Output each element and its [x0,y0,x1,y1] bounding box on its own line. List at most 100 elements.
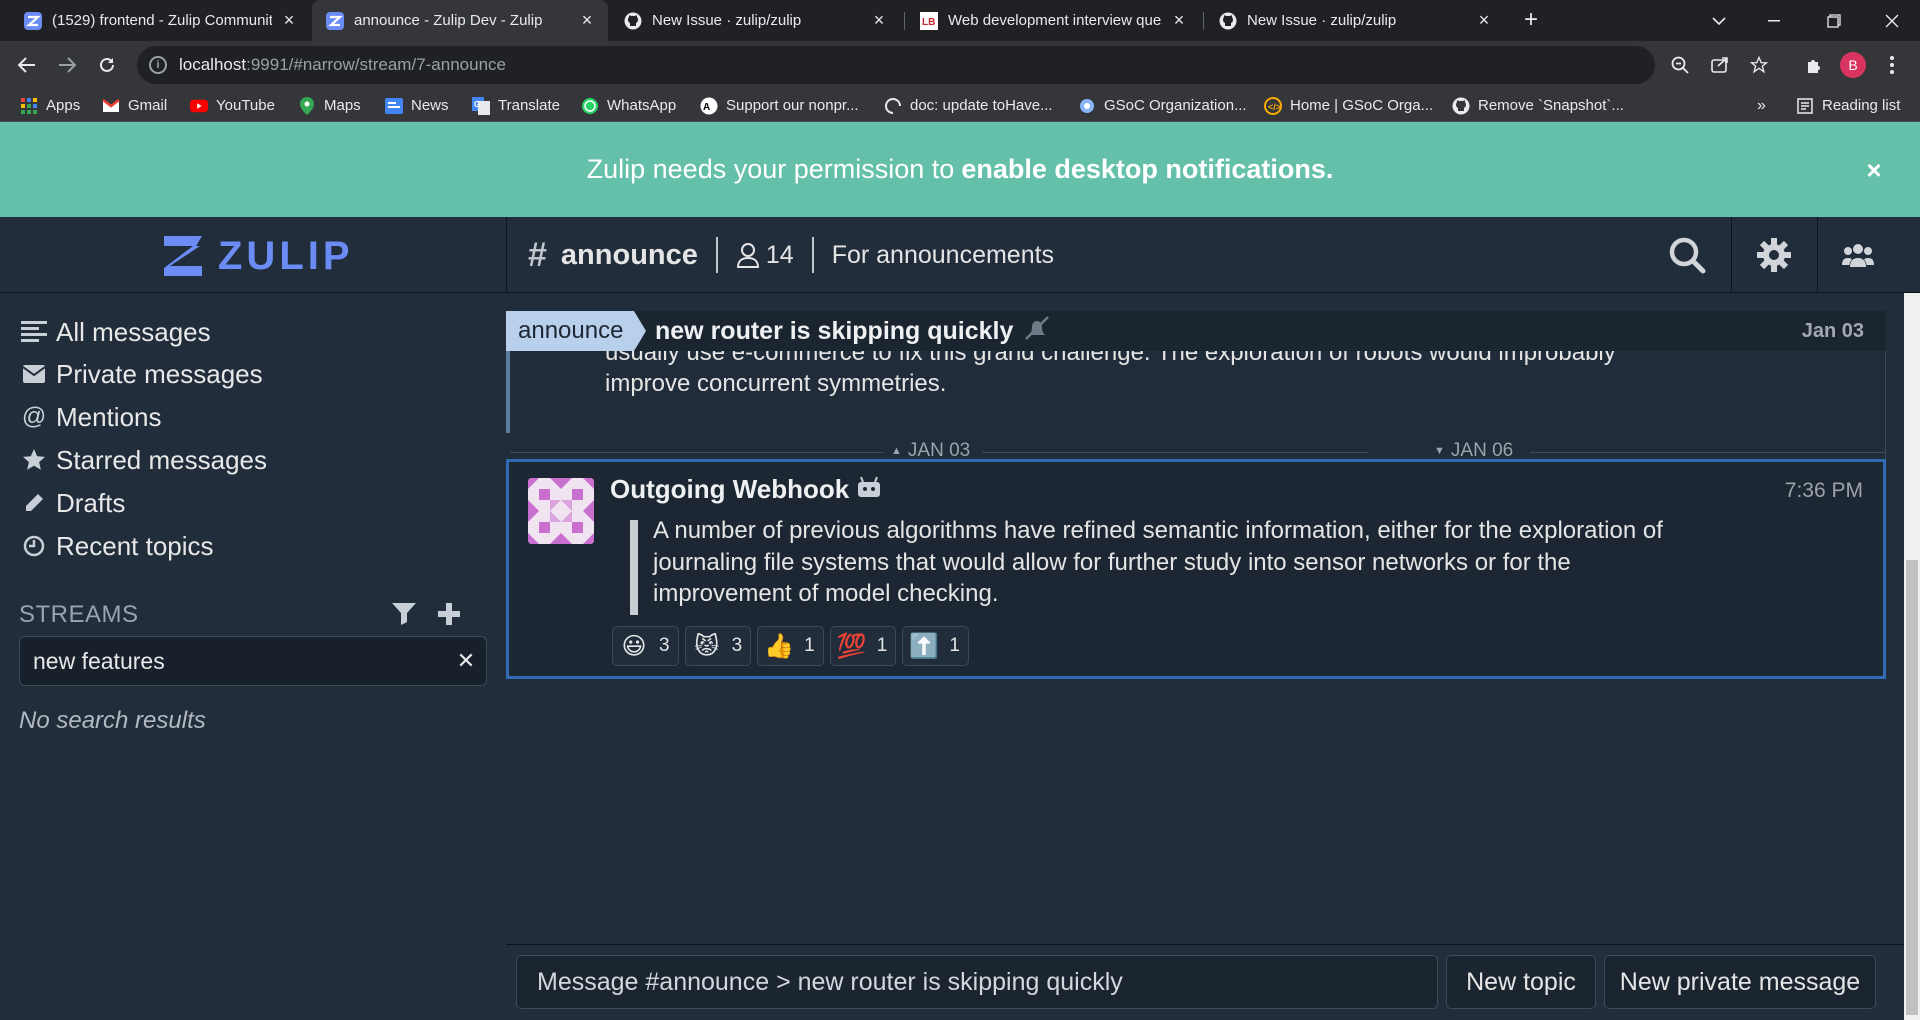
selected-message[interactable]: Outgoing Webhook 7:36 PM A number of pre… [506,459,1886,679]
tab-close-icon[interactable]: × [1170,10,1188,31]
stream-recipient-chip[interactable]: announce [506,311,646,351]
browser-tab[interactable]: New Issue · zulip/zulip × [610,0,900,41]
smiley-emoji-icon: 😃 [621,632,647,660]
bookmark-news[interactable]: News [385,89,449,122]
tab-title: New Issue · zulip/zulip [1247,12,1397,29]
pencil-icon [20,489,48,517]
scrollbar-thumb[interactable] [1906,560,1918,1015]
reaction-smiley[interactable]: 😃 3 [612,626,679,666]
users-group-icon[interactable] [1818,217,1898,293]
add-stream-plus-icon[interactable] [434,599,464,629]
bookmark-gsoc-home[interactable]: </> Home | GSoC Orga... [1264,89,1433,122]
bookmark-star-icon[interactable] [1748,54,1770,76]
streams-heading[interactable]: STREAMS [19,601,139,629]
stream-search-value[interactable]: new features [33,648,446,675]
search-icon[interactable] [1645,217,1729,293]
forward-arrow-icon[interactable] [52,50,82,80]
stream-search-input[interactable]: new features ✕ [19,636,487,686]
reaction-pouting-cat[interactable]: 😾 3 [684,626,752,666]
tab-close-icon[interactable]: × [280,10,298,31]
zoom-icon[interactable] [1669,54,1691,76]
compose-message-input[interactable]: Message #announce > new router is skippi… [516,955,1438,1009]
topic-name[interactable]: new router is skipping quickly [655,311,1051,351]
support-icon: A [700,97,718,115]
bookmark-maps[interactable]: Maps [298,89,361,122]
bookmark-doc-update[interactable]: doc: update toHave... [884,89,1053,122]
message-sender[interactable]: Outgoing Webhook [610,474,881,505]
bookmarks-bar: Apps Gmail YouTube Maps News G Translate… [0,89,1920,122]
bookmark-translate[interactable]: G Translate [472,89,560,122]
nav-mentions[interactable]: @ Mentions [20,398,162,436]
minimize-icon[interactable] [1746,0,1802,41]
recipient-bar: announce new router is skipping quickly … [506,311,1886,351]
header-separator [811,237,814,273]
reaction-thumbs-up[interactable]: 👍 1 [757,626,824,666]
gear-icon[interactable] [1732,217,1816,293]
new-topic-button[interactable]: New topic [1446,955,1596,1009]
bookmark-whatsapp[interactable]: WhatsApp [581,89,676,122]
message-timestamp[interactable]: 7:36 PM [1785,479,1863,503]
reactions-row: 😃 3 😾 3 👍 1 💯 1 ⬆️ 1 [612,626,975,666]
bookmark-gsoc-org[interactable]: GSoC Organization... [1078,89,1247,122]
tab-close-icon[interactable]: × [1475,10,1493,31]
tab-separator [1203,12,1204,30]
news-icon [385,97,403,115]
blockquote-bar [630,520,638,615]
tab-title: announce - Zulip Dev - Zulip [354,12,543,29]
whatsapp-icon [581,97,599,115]
kebab-menu-icon[interactable] [1877,50,1907,80]
reload-icon[interactable] [92,50,122,80]
nav-all-messages[interactable]: All messages [20,313,211,351]
bookmark-gmail[interactable]: Gmail [102,89,167,122]
reading-list-button[interactable]: Reading list [1796,89,1900,122]
previous-message[interactable]: usually use e-commerce to fix this grand… [506,351,1886,433]
back-arrow-icon[interactable] [12,50,42,80]
notification-permission-banner: Zulip needs your permission to enable de… [0,122,1920,217]
stream-name[interactable]: announce [561,239,698,272]
browser-tab-active[interactable]: announce - Zulip Dev - Zulip × [312,0,608,41]
tab-search-chevron-icon[interactable] [1691,0,1747,41]
tab-title: New Issue · zulip/zulip [652,12,802,29]
new-private-message-button[interactable]: New private message [1604,955,1876,1009]
subscriber-count[interactable]: 14 [736,241,794,270]
avatar[interactable] [528,478,594,544]
bookmarks-overflow-button[interactable]: » [1757,89,1766,122]
zulip-logo[interactable]: ZULIP [160,232,354,280]
bookmark-youtube[interactable]: YouTube [190,89,275,122]
lb-favicon-icon: LB [920,11,938,30]
clear-search-icon[interactable]: ✕ [446,648,486,674]
banner-text: Zulip needs your permission to [586,154,955,184]
mute-topic-icon[interactable] [1023,315,1051,348]
browser-tab[interactable]: New Issue · zulip/zulip × [1205,0,1505,41]
close-window-icon[interactable] [1864,0,1920,41]
banner-close-icon[interactable]: × [1862,157,1886,183]
site-info-icon[interactable]: i [149,56,167,74]
apps-grid-icon [20,97,38,115]
nav-drafts[interactable]: Drafts [20,484,125,522]
bookmark-apps[interactable]: Apps [20,89,80,122]
browser-tab[interactable]: (1529) frontend - Zulip Community × [10,0,310,41]
svg-text:A: A [703,102,710,113]
nav-recent-topics[interactable]: Recent topics [20,527,214,565]
filter-icon[interactable] [389,599,419,629]
url-bar[interactable]: i localhost:9991/#narrow/stream/7-announ… [137,46,1768,84]
nav-starred-messages[interactable]: Starred messages [20,441,267,479]
tab-close-icon[interactable]: × [870,10,888,31]
profile-avatar[interactable]: B [1840,52,1866,78]
svg-text:</>: </> [1268,102,1281,112]
browser-tab[interactable]: LB Web development interview questions × [906,0,1200,41]
bookmark-remove-snapshot[interactable]: Remove `Snapshot`... [1452,89,1624,122]
reaction-up-arrow[interactable]: ⬆️ 1 [902,626,969,666]
bookmark-support[interactable]: A Support our nonpr... [700,89,859,122]
enable-notifications-link[interactable]: enable desktop notifications. [961,154,1333,185]
stream-description: For announcements [831,240,1055,269]
tab-close-icon[interactable]: × [578,10,596,31]
nav-private-messages[interactable]: Private messages [20,355,263,393]
extensions-puzzle-icon[interactable] [1799,50,1829,80]
github-icon [1219,12,1237,30]
share-icon[interactable] [1709,54,1731,76]
new-tab-button[interactable]: + [1517,6,1545,34]
restore-icon[interactable] [1806,0,1862,41]
reaction-hundred[interactable]: 💯 1 [829,626,897,666]
no-search-results: No search results [19,707,206,734]
